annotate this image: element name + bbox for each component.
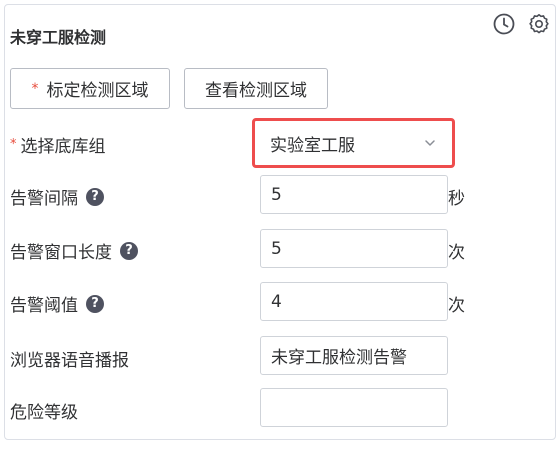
browser-voice-input[interactable]: 未穿工服检测告警 [260, 336, 448, 375]
alarm-threshold-label-text: 告警阈值 [10, 296, 78, 316]
alarm-interval-unit: 秒 [448, 189, 465, 209]
base-group-select-inner[interactable]: 实验室工服 [260, 125, 447, 161]
base-group-label: * 选择底库组 [10, 132, 106, 157]
clock-icon[interactable] [492, 12, 516, 36]
base-group-label-text: 选择底库组 [20, 137, 106, 157]
help-icon[interactable]: ? [120, 241, 138, 260]
gear-icon[interactable] [527, 12, 551, 36]
browser-voice-label-text: 浏览器语音播报 [10, 351, 129, 371]
alarm-threshold-unit: 次 [448, 296, 465, 316]
alarm-interval-label: 告警间隔 ? [10, 184, 104, 209]
view-detection-area-button[interactable]: 查看检测区域 [184, 68, 328, 109]
alarm-threshold-input[interactable]: 4 [260, 282, 448, 321]
help-icon[interactable]: ? [86, 187, 104, 206]
browser-voice-label: 浏览器语音播报 [10, 346, 129, 371]
alarm-window-unit: 次 [448, 243, 465, 263]
alarm-window-input[interactable]: 5 [260, 229, 448, 268]
required-mark: * [31, 80, 39, 97]
danger-level-input[interactable] [260, 388, 448, 427]
alarm-window-label: 告警窗口长度 ? [10, 238, 138, 263]
panel-title: 未穿工服检测 [10, 28, 107, 47]
danger-level-label: 危险等级 [10, 398, 78, 423]
alarm-interval-label-text: 告警间隔 [10, 189, 78, 209]
alarm-interval-input[interactable]: 5 [260, 175, 448, 214]
view-detection-area-label: 查看检测区域 [205, 81, 307, 101]
alarm-threshold-label: 告警阈值 ? [10, 291, 104, 316]
mark-detection-area-button[interactable]: * 标定检测区域 [10, 68, 170, 109]
mark-detection-area-label: 标定检测区域 [46, 81, 149, 101]
danger-level-label-text: 危险等级 [10, 403, 78, 423]
alarm-window-label-text: 告警窗口长度 [10, 243, 112, 263]
base-group-select[interactable]: 实验室工服 [252, 118, 455, 168]
chevron-down-icon [423, 136, 437, 150]
required-mark: * [10, 137, 17, 152]
base-group-selected-value: 实验室工服 [270, 135, 355, 156]
help-icon[interactable]: ? [86, 294, 104, 313]
